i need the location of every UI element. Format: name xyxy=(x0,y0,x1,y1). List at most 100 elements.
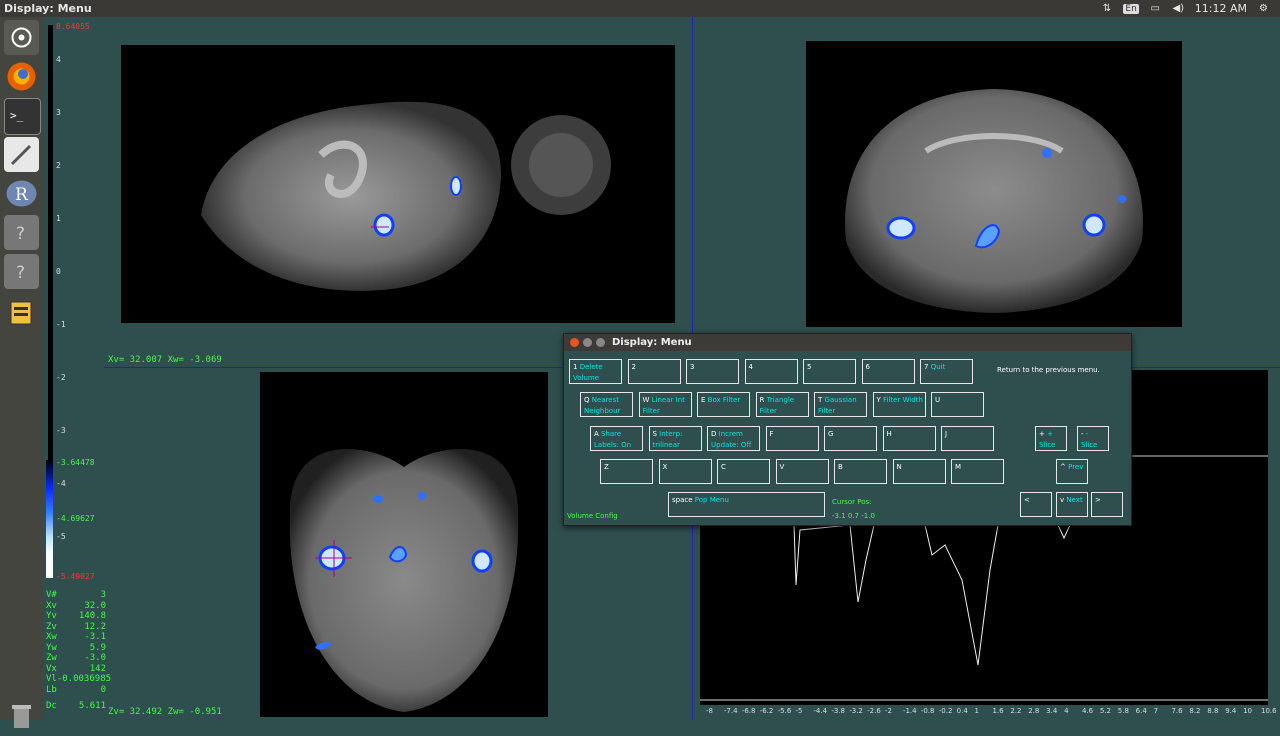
volume-config-label: Volume Config xyxy=(567,512,618,520)
plot-axis-tick-label: -4.4 xyxy=(813,707,828,715)
trash-icon[interactable] xyxy=(4,697,39,732)
menu-key-+[interactable]: + + Slice xyxy=(1035,426,1067,451)
dash-home-icon[interactable] xyxy=(4,20,39,55)
battery-icon[interactable]: ▭ xyxy=(1149,3,1162,15)
key-action-sub: Slice xyxy=(1039,441,1056,449)
menu-key-y[interactable]: Y Filter Width xyxy=(872,392,926,417)
close-icon[interactable] xyxy=(570,338,579,347)
colorbar-tick-label: -1 xyxy=(56,320,66,329)
r-app-icon[interactable]: R xyxy=(4,176,39,211)
key-label: T Gaussian xyxy=(818,396,857,404)
menu-key-v[interactable]: V xyxy=(775,459,829,484)
key-label: U xyxy=(935,396,941,404)
menu-key-m[interactable]: M xyxy=(951,459,1004,484)
menu-key-1[interactable]: 1 Delete Volume xyxy=(569,359,622,384)
unknown-app-icon[interactable]: ? xyxy=(4,215,39,250)
info-key: Xw xyxy=(46,632,57,642)
volume-icon[interactable]: ◀) xyxy=(1172,3,1185,15)
menu-key-q[interactable]: Q Nearest Neighbour xyxy=(580,392,633,417)
info-value: -0.0036985 xyxy=(56,674,112,684)
menu-key-n[interactable]: N xyxy=(892,459,946,484)
clock[interactable]: 11:12 AM xyxy=(1195,2,1247,15)
menu-key-g[interactable]: G xyxy=(824,426,877,451)
key-action-sub: Update: Off xyxy=(711,441,752,449)
menu-key-f[interactable]: F xyxy=(765,426,819,451)
menu-key-5[interactable]: 5 xyxy=(803,359,856,384)
menu-key-7[interactable]: 7 Quit xyxy=(920,359,973,384)
network-icon[interactable]: ⇅ xyxy=(1100,3,1113,15)
key-label: Q Nearest xyxy=(584,396,620,404)
key-label: S Interp: xyxy=(652,430,683,438)
info-value: -3.0 xyxy=(84,653,106,663)
colorbar-tick-label: -3 xyxy=(56,426,66,435)
sagittal-view[interactable] xyxy=(121,45,675,323)
menu-key--[interactable]: - - Slice xyxy=(1077,426,1109,451)
menu-key-v[interactable]: v Next xyxy=(1056,492,1088,517)
menu-key-<[interactable]: < xyxy=(1020,492,1052,517)
menu-key-4[interactable]: 4 xyxy=(744,359,798,384)
menu-key-j[interactable]: J xyxy=(941,426,994,451)
colorbar-cut-high: -4.69627 xyxy=(56,514,95,523)
terminal-icon[interactable]: >_ xyxy=(4,98,41,135)
plot-axis-tick-label: 7 xyxy=(1153,707,1159,715)
keyboard-language[interactable]: En xyxy=(1123,3,1139,14)
menu-key-a[interactable]: A Share Labels: On xyxy=(590,426,643,451)
info-row: Yw 5.9 xyxy=(46,643,106,654)
key-action: Linear Int xyxy=(651,396,685,404)
menu-key-2[interactable]: 2 xyxy=(627,359,681,384)
info-key: Vl xyxy=(46,674,57,684)
menu-key-t[interactable]: T Gaussian Filter xyxy=(814,392,867,417)
menu-key-s[interactable]: S Interp: trilinear xyxy=(648,426,702,451)
settings-gear-icon[interactable]: ⚙ xyxy=(1257,3,1270,15)
colorbar-tick-label: 4 xyxy=(56,55,61,64)
info-key: Dc xyxy=(46,701,57,711)
maximize-icon[interactable] xyxy=(596,338,605,347)
axial-view[interactable] xyxy=(260,372,548,717)
menu-key-c[interactable]: C xyxy=(717,459,770,484)
plot-axis-tick-label: 10 xyxy=(1243,707,1253,715)
menu-key-h[interactable]: H xyxy=(882,426,936,451)
info-row: Lb 0 xyxy=(46,685,106,696)
colorbar-tick-label: 3 xyxy=(56,108,61,117)
menu-titlebar[interactable]: Display: Menu xyxy=(564,334,1131,351)
menu-key-w[interactable]: W Linear Int Filter xyxy=(638,392,692,417)
info-row: Zw -3.0 xyxy=(46,653,106,664)
menu-key-b[interactable]: B xyxy=(834,459,887,484)
key-label: C xyxy=(721,463,726,471)
menu-key-^[interactable]: ^ Prev xyxy=(1056,459,1088,484)
plot-axis-tick-label: -6.8 xyxy=(741,707,756,715)
menu-key-6[interactable]: 6 xyxy=(861,359,915,384)
key-action-sub: Labels: On xyxy=(594,441,632,449)
minimize-icon[interactable] xyxy=(583,338,592,347)
menu-key-r[interactable]: R Triangle Filter xyxy=(755,392,809,417)
coronal-view[interactable] xyxy=(806,41,1182,327)
firefox-icon[interactable] xyxy=(4,59,39,94)
plot-axis-tick-label: 4 xyxy=(1064,707,1069,715)
menu-key-d[interactable]: D Increm Update: Off xyxy=(707,426,760,451)
key-label: G xyxy=(828,430,834,438)
menu-key-3[interactable]: 3 xyxy=(686,359,739,384)
colorbar-tick-label: -5 xyxy=(56,532,66,541)
display-menu-window[interactable]: Display: Menu 1 Delete Volume 2 3 4 5 6 7 Quit Q… xyxy=(563,333,1132,526)
unknown-app-icon[interactable]: ? xyxy=(4,254,39,289)
key-label: N xyxy=(896,463,902,471)
launcher: >_ R ? ? xyxy=(0,17,43,728)
info-key: Xv xyxy=(46,600,57,611)
info-row: Xv 32.0 xyxy=(46,601,106,612)
text-editor-icon[interactable] xyxy=(4,137,39,172)
menu-key-x[interactable]: X xyxy=(658,459,712,484)
menu-key-u[interactable]: U xyxy=(931,392,984,417)
info-row: Vx 142 xyxy=(46,664,106,675)
key-label: B xyxy=(838,463,843,471)
key-action: Quit xyxy=(930,363,946,371)
menu-key-e[interactable]: E Box Filter xyxy=(697,392,750,417)
menu-key-z[interactable]: Z xyxy=(600,459,653,484)
menu-key-space[interactable]: space Pop Menu xyxy=(668,492,825,517)
plot-axis-tick-label: 8.2 xyxy=(1189,707,1201,715)
info-key: Yw xyxy=(46,642,57,653)
menu-key->[interactable]: > xyxy=(1091,492,1123,517)
file-app-icon[interactable] xyxy=(4,295,39,330)
key-label: H xyxy=(886,430,892,438)
key-action: Delete xyxy=(579,363,603,371)
plot-axis-tick-label: 0.4 xyxy=(956,707,968,715)
